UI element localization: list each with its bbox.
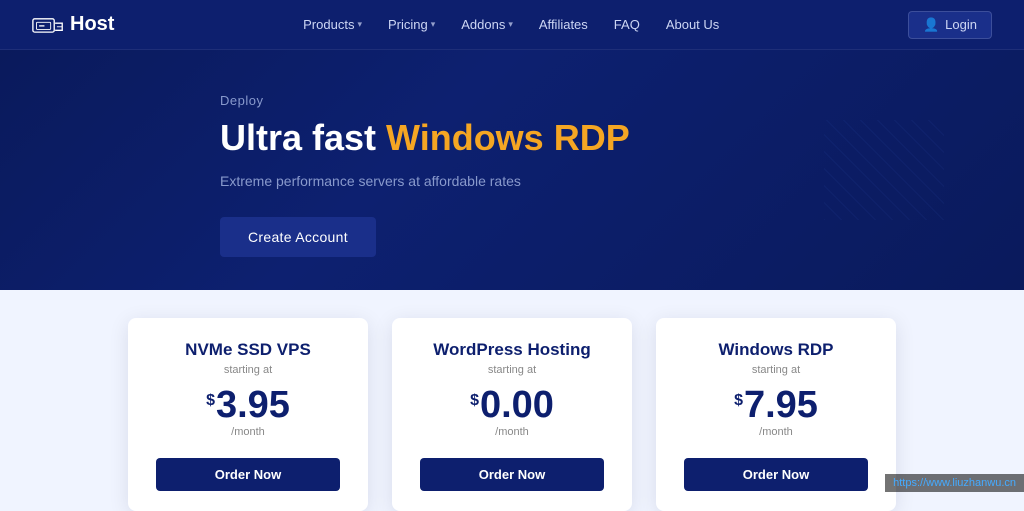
pricing-cards-section: NVMe SSD VPS starting at $ 3.95 /month O…	[0, 290, 1024, 511]
nav-link-pricing[interactable]: Pricing ▾	[378, 11, 445, 38]
nav-link-addons[interactable]: Addons ▾	[451, 11, 523, 38]
card-title-wordpress: WordPress Hosting	[433, 340, 590, 360]
nav-item-addons[interactable]: Addons ▾	[451, 11, 523, 38]
hero-title-highlight: Windows RDP	[386, 117, 630, 158]
card-subtitle-wordpress: starting at	[488, 364, 536, 376]
login-button[interactable]: 👤 Login	[908, 11, 992, 39]
nav-item-affiliates[interactable]: Affiliates	[529, 11, 598, 38]
price-dollar-wordpress: $	[470, 392, 479, 410]
nav-link-about[interactable]: About Us	[656, 11, 729, 38]
nav-links: Products ▾ Pricing ▾ Addons ▾ Affiliates…	[293, 11, 729, 38]
card-title-vps: NVMe SSD VPS	[185, 340, 311, 360]
price-dollar-rdp: $	[734, 392, 743, 410]
brand-name: Host	[70, 13, 114, 36]
hero-subtitle: Extreme performance servers at affordabl…	[220, 173, 521, 189]
card-price-wordpress: $ 0.00	[470, 386, 554, 424]
pricing-card-wordpress: WordPress Hosting starting at $ 0.00 /mo…	[392, 318, 632, 511]
logo[interactable]: Host	[32, 13, 114, 36]
price-amount-wordpress: 0.00	[480, 386, 554, 424]
deploy-label: Deploy	[220, 93, 263, 108]
nav-link-products[interactable]: Products ▾	[293, 11, 372, 38]
nav-item-products[interactable]: Products ▾	[293, 11, 372, 38]
card-title-rdp: Windows RDP	[718, 340, 833, 360]
price-dollar-vps: $	[206, 392, 215, 410]
nav-item-about[interactable]: About Us	[656, 11, 729, 38]
navbar: Host Products ▾ Pricing ▾ Addons ▾ Affil…	[0, 0, 1024, 50]
pricing-card-vps: NVMe SSD VPS starting at $ 3.95 /month O…	[128, 318, 368, 511]
logo-icon	[32, 14, 64, 36]
card-subtitle-rdp: starting at	[752, 364, 800, 376]
order-button-rdp[interactable]: Order Now	[684, 458, 868, 491]
user-icon: 👤	[923, 17, 939, 33]
card-subtitle-vps: starting at	[224, 364, 272, 376]
chevron-down-icon: ▾	[508, 19, 513, 30]
price-amount-vps: 3.95	[216, 386, 290, 424]
nav-link-affiliates[interactable]: Affiliates	[529, 11, 598, 38]
nav-item-pricing[interactable]: Pricing ▾	[378, 11, 445, 38]
order-button-vps[interactable]: Order Now	[156, 458, 340, 491]
hero-title-plain: Ultra fast	[220, 117, 386, 158]
hero-title: Ultra fast Windows RDP	[220, 116, 630, 159]
chevron-down-icon: ▾	[431, 19, 436, 30]
price-amount-rdp: 7.95	[744, 386, 818, 424]
price-period-rdp: /month	[759, 426, 793, 438]
chevron-down-icon: ▾	[357, 19, 362, 30]
nav-item-faq[interactable]: FAQ	[604, 11, 650, 38]
order-button-wordpress[interactable]: Order Now	[420, 458, 604, 491]
price-period-vps: /month	[231, 426, 265, 438]
nav-link-faq[interactable]: FAQ	[604, 11, 650, 38]
pricing-card-rdp: Windows RDP starting at $ 7.95 /month Or…	[656, 318, 896, 511]
price-period-wordpress: /month	[495, 426, 529, 438]
card-price-rdp: $ 7.95	[734, 386, 818, 424]
card-price-vps: $ 3.95	[206, 386, 290, 424]
create-account-button[interactable]: Create Account	[220, 217, 376, 257]
hero-section: Deploy Ultra fast Windows RDP Extreme pe…	[0, 50, 1024, 290]
